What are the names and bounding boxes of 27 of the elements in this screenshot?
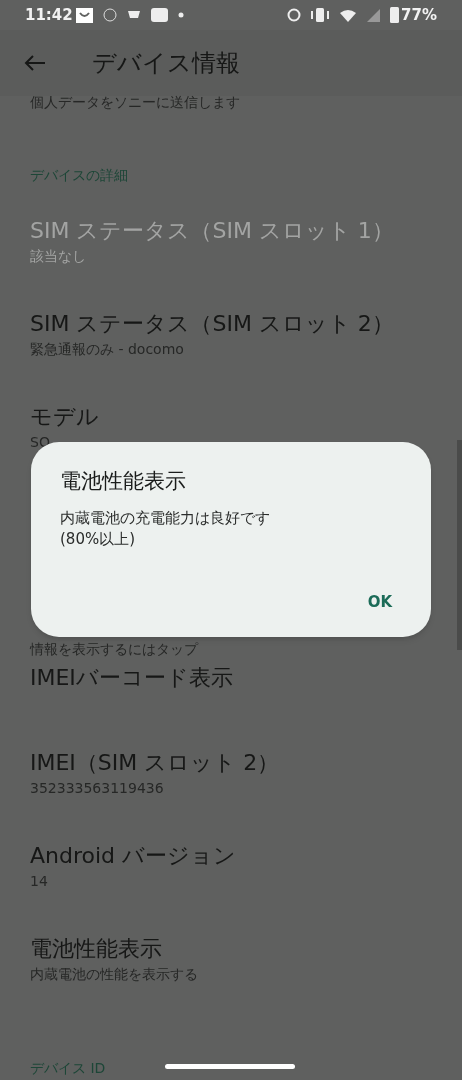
setting-title[interactable]: モデル [30,401,432,432]
setting-summary: 352333563119436 [30,778,165,798]
battery-icon [390,7,400,23]
battery-percent: 77% [401,4,437,26]
alarm-icon [287,8,302,22]
setting-summary: 該当なし [30,246,87,266]
vibrate-icon [311,8,330,22]
setting-title[interactable]: IMEI（SIM スロット 2） [30,747,432,778]
signal-icon [367,8,381,22]
setting-title[interactable]: SIM ステータス（SIM スロット 2） [30,308,432,339]
dialog-title: 電池性能表示 [60,468,187,495]
setting-summary: 緊急通報のみ - docomo [30,339,185,359]
section-header: デバイス ID [30,1059,106,1078]
setting-summary: 14 [30,871,49,891]
setting-summary: SO [30,432,51,452]
dot-icon [177,12,184,18]
back-icon[interactable] [24,54,46,72]
wifi-icon [339,8,358,22]
clock: 11:42 [25,4,73,26]
setting-title[interactable]: IMEIバーコード表示 [30,663,432,693]
setting-title[interactable]: Android バージョン [30,840,432,871]
page-title: デバイス情報 [92,48,240,79]
ok-button[interactable]: OK [359,588,400,615]
dialog-message: 内蔵電池の充電能力は良好です (80%以上) [60,507,271,550]
section-header: デバイスの詳細 [30,166,128,185]
setting-title[interactable]: 電池性能表示 [30,933,432,964]
circle-icon [102,8,117,22]
